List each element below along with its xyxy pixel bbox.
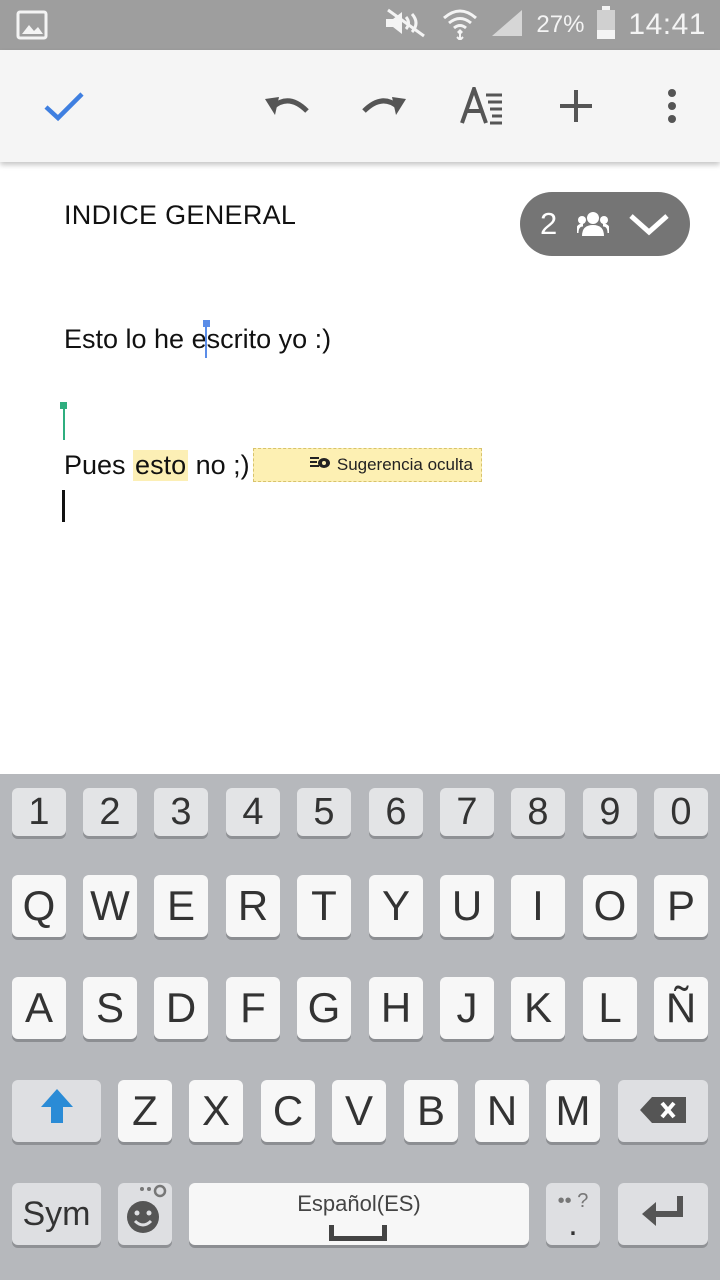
key-7[interactable]: 7 bbox=[440, 788, 494, 836]
undo-icon[interactable] bbox=[257, 76, 317, 136]
backspace-icon bbox=[638, 1087, 688, 1135]
paragraph-1-end: escrito yo :) bbox=[191, 324, 332, 354]
shift-arrow-icon bbox=[39, 1087, 75, 1135]
status-bar: 27% 14:41 bbox=[0, 0, 720, 50]
period-key-label: . bbox=[568, 1205, 578, 1243]
paragraph-2: Pues esto no ;) Sugerencia oculta bbox=[64, 448, 482, 482]
key-c[interactable]: C bbox=[261, 1080, 315, 1142]
key-x[interactable]: X bbox=[189, 1080, 243, 1142]
key-k[interactable]: K bbox=[511, 977, 565, 1039]
backspace-key[interactable] bbox=[618, 1080, 708, 1142]
text-format-icon[interactable] bbox=[452, 76, 512, 136]
key-3[interactable]: 3 bbox=[154, 788, 208, 836]
check-icon[interactable] bbox=[34, 76, 94, 136]
key-w[interactable]: W bbox=[83, 875, 137, 937]
key-l[interactable]: L bbox=[583, 977, 637, 1039]
key-p[interactable]: P bbox=[654, 875, 708, 937]
key-h[interactable]: H bbox=[369, 977, 423, 1039]
gallery-notification-icon bbox=[16, 10, 48, 40]
enter-key[interactable] bbox=[618, 1183, 708, 1245]
shift-key[interactable] bbox=[12, 1080, 101, 1142]
key-i[interactable]: I bbox=[511, 875, 565, 937]
key-2[interactable]: 2 bbox=[83, 788, 137, 836]
key-s[interactable]: S bbox=[83, 977, 137, 1039]
collaborator-cursor-blue bbox=[203, 320, 210, 358]
emoji-key[interactable] bbox=[118, 1183, 172, 1245]
keyboard: 1 2 3 4 5 6 7 8 9 0 Q W E R T Y U I O P … bbox=[0, 774, 720, 1280]
add-icon[interactable] bbox=[546, 76, 606, 136]
collaborator-cursor-green bbox=[60, 402, 68, 442]
key-j[interactable]: J bbox=[440, 977, 494, 1039]
redo-icon[interactable] bbox=[354, 76, 414, 136]
key-b[interactable]: B bbox=[404, 1080, 458, 1142]
text-cursor bbox=[62, 490, 65, 522]
key-m[interactable]: M bbox=[546, 1080, 600, 1142]
key-e[interactable]: E bbox=[154, 875, 208, 937]
suggestion-icon bbox=[262, 435, 331, 496]
hidden-suggestion-chip[interactable]: Sugerencia oculta bbox=[252, 448, 482, 482]
key-0[interactable]: 0 bbox=[654, 788, 708, 836]
screen: 27% 14:41 INDICE GENERAL 2 Esto lo he es… bbox=[0, 0, 720, 1280]
key-o[interactable]: O bbox=[583, 875, 637, 937]
key-n[interactable]: N bbox=[475, 1080, 529, 1142]
key-r[interactable]: R bbox=[226, 875, 280, 937]
emoji-smiley-icon bbox=[121, 1183, 169, 1245]
collaborators-button[interactable]: 2 bbox=[520, 192, 690, 256]
signal-icon bbox=[490, 8, 524, 43]
paragraph-2-start: Pues bbox=[64, 449, 134, 480]
suggested-text-highlight[interactable]: esto bbox=[133, 449, 189, 481]
key-4[interactable]: 4 bbox=[226, 788, 280, 836]
key-v[interactable]: V bbox=[332, 1080, 386, 1142]
key-6[interactable]: 6 bbox=[369, 788, 423, 836]
key-q[interactable]: Q bbox=[12, 875, 66, 937]
mute-icon bbox=[382, 8, 430, 43]
key-enye[interactable]: Ñ bbox=[654, 977, 708, 1039]
chevron-down-icon bbox=[628, 210, 670, 243]
paragraph-1: Esto lo he escrito yo :) bbox=[64, 324, 331, 355]
sym-key[interactable]: Sym bbox=[12, 1183, 101, 1245]
key-f[interactable]: F bbox=[226, 977, 280, 1039]
suggestion-label: Sugerencia oculta bbox=[336, 455, 473, 474]
space-key[interactable]: Español(ES) bbox=[189, 1183, 529, 1245]
key-8[interactable]: 8 bbox=[511, 788, 565, 836]
collaborators-count: 2 bbox=[540, 206, 558, 241]
space-bar-icon bbox=[329, 1225, 387, 1241]
key-5[interactable]: 5 bbox=[297, 788, 351, 836]
key-9[interactable]: 9 bbox=[583, 788, 637, 836]
key-a[interactable]: A bbox=[12, 977, 66, 1039]
clock: 14:41 bbox=[628, 8, 706, 41]
more-vert-icon[interactable] bbox=[642, 76, 702, 136]
paragraph-2-end: no ;) bbox=[188, 449, 250, 480]
document-body[interactable]: INDICE GENERAL 2 Esto lo he escrito yo :… bbox=[0, 162, 720, 774]
enter-icon bbox=[640, 1190, 686, 1238]
period-key[interactable]: •• ? . bbox=[546, 1183, 600, 1245]
people-icon bbox=[575, 211, 611, 242]
key-t[interactable]: T bbox=[297, 875, 351, 937]
document-title: INDICE GENERAL bbox=[64, 200, 297, 230]
key-1[interactable]: 1 bbox=[12, 788, 66, 836]
key-g[interactable]: G bbox=[297, 977, 351, 1039]
key-u[interactable]: U bbox=[440, 875, 494, 937]
editor-toolbar bbox=[0, 50, 720, 162]
key-d[interactable]: D bbox=[154, 977, 208, 1039]
paragraph-1-start: Esto lo he bbox=[64, 324, 192, 354]
battery-percent: 27% bbox=[536, 11, 585, 38]
key-z[interactable]: Z bbox=[118, 1080, 172, 1142]
battery-icon bbox=[596, 5, 616, 45]
wifi-icon bbox=[442, 6, 478, 45]
space-language-label: Español(ES) bbox=[297, 1191, 421, 1216]
key-y[interactable]: Y bbox=[369, 875, 423, 937]
